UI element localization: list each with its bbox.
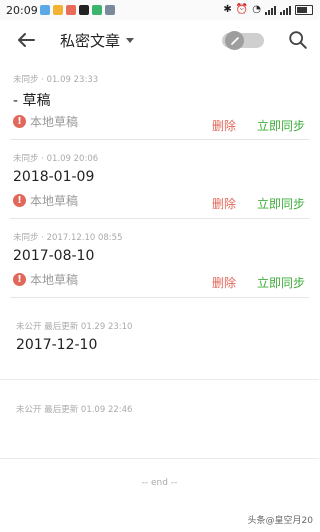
divider <box>0 458 319 459</box>
list-item[interactable]: 未公开 最后更新 01.09 22:46 <box>0 380 319 460</box>
caret-down-icon <box>126 38 135 43</box>
item-title: 2017-08-10 <box>13 248 95 264</box>
watermark: 头条@皇空月20 <box>247 516 313 526</box>
item-title: 2018-01-09 <box>13 169 95 185</box>
title-dropdown[interactable]: 私密文章 <box>60 30 135 51</box>
item-title: - 草稿 <box>13 93 51 109</box>
sync-now-button[interactable]: 立即同步 <box>257 195 305 212</box>
app-bar: 私密文章 <box>0 20 319 60</box>
delete-button[interactable]: 删除 <box>212 117 236 134</box>
delete-button[interactable]: 删除 <box>212 195 236 212</box>
back-arrow-icon[interactable] <box>14 28 38 52</box>
system-icons: ✱ ⏰ ◔ <box>223 4 313 15</box>
alarm-icon: ⏰ <box>235 4 249 15</box>
edit-mode-toggle[interactable] <box>222 31 264 50</box>
item-meta: 未同步 · 01.09 23:33 <box>13 75 99 85</box>
end-of-list-label: -- end -- <box>141 478 178 488</box>
warning-icon: ! <box>13 194 26 207</box>
status-time: 20:09 <box>6 4 38 17</box>
sync-now-button[interactable]: 立即同步 <box>257 274 305 291</box>
app-notification-icon <box>66 5 76 15</box>
warning-icon: ! <box>13 115 26 128</box>
signal-icon <box>265 5 276 15</box>
app-notification-icon <box>40 5 50 15</box>
status-bar: 20:09 ✱ ⏰ ◔ <box>0 0 319 20</box>
item-title: 2017-12-10 <box>16 337 98 353</box>
page-title: 私密文章 <box>60 32 121 50</box>
search-icon[interactable] <box>287 29 309 51</box>
list-item[interactable]: 未公开 最后更新 01.29 23:10 2017-12-10 <box>0 298 319 378</box>
notification-icons <box>40 5 115 15</box>
battery-icon <box>295 4 313 15</box>
pencil-icon <box>225 31 244 50</box>
item-meta: 未同步 · 2017.12.10 08:55 <box>13 233 123 243</box>
item-meta: 未公开 最后更新 01.29 23:10 <box>16 322 133 332</box>
item-meta: 未同步 · 01.09 20:06 <box>13 154 99 164</box>
app-notification-icon <box>92 5 102 15</box>
list-item[interactable]: 未同步 · 01.09 20:06 2018-01-09 ! 本地草稿 删除 立… <box>0 140 319 218</box>
app-notification-icon <box>79 5 89 15</box>
bluetooth-icon: ✱ <box>223 4 232 15</box>
local-draft-label: ! 本地草稿 <box>13 113 78 130</box>
item-meta: 未公开 最后更新 01.09 22:46 <box>16 405 133 415</box>
delete-button[interactable]: 删除 <box>212 274 236 291</box>
app-notification-icon <box>53 5 63 15</box>
app-notification-icon <box>105 5 115 15</box>
local-draft-label: ! 本地草稿 <box>13 271 78 288</box>
list-item[interactable]: 未同步 · 01.09 23:33 - 草稿 ! 本地草稿 删除 立即同步 <box>0 60 319 140</box>
wifi-icon: ◔ <box>252 4 261 15</box>
warning-icon: ! <box>13 273 26 286</box>
list-item[interactable]: 未同步 · 2017.12.10 08:55 2017-08-10 ! 本地草稿… <box>0 219 319 297</box>
local-draft-label: ! 本地草稿 <box>13 192 78 209</box>
sync-now-button[interactable]: 立即同步 <box>257 117 305 134</box>
signal-icon <box>280 5 291 15</box>
